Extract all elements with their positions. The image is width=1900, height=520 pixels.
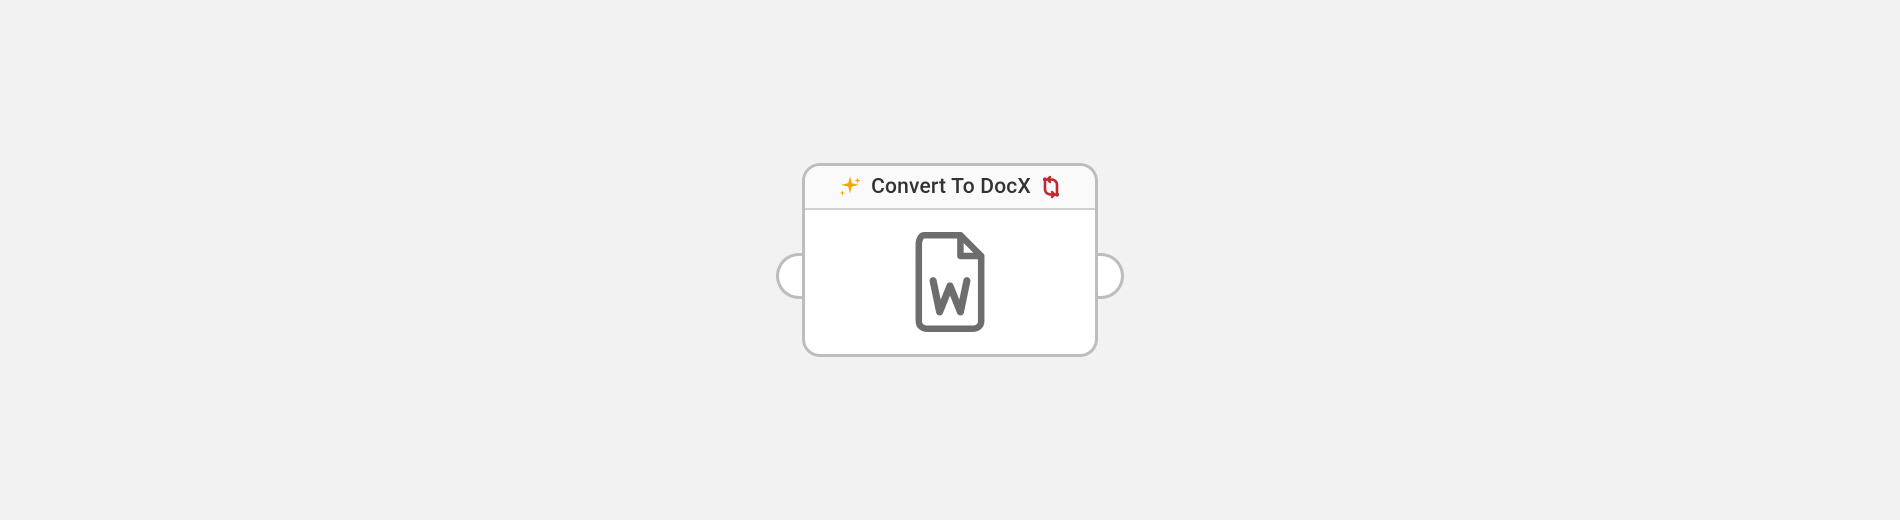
node-body — [805, 210, 1095, 354]
swap-icon — [1039, 175, 1063, 199]
node-header: Convert To DocX — [805, 166, 1095, 210]
canvas: Convert To DocX — [0, 0, 1900, 520]
sparkle-icon — [837, 174, 863, 200]
node-title: Convert To DocX — [871, 175, 1031, 199]
workflow-node[interactable]: Convert To DocX — [802, 163, 1098, 357]
node-card: Convert To DocX — [802, 163, 1098, 357]
port-input[interactable] — [776, 253, 802, 299]
docx-file-icon — [911, 231, 989, 333]
port-output[interactable] — [1098, 253, 1124, 299]
